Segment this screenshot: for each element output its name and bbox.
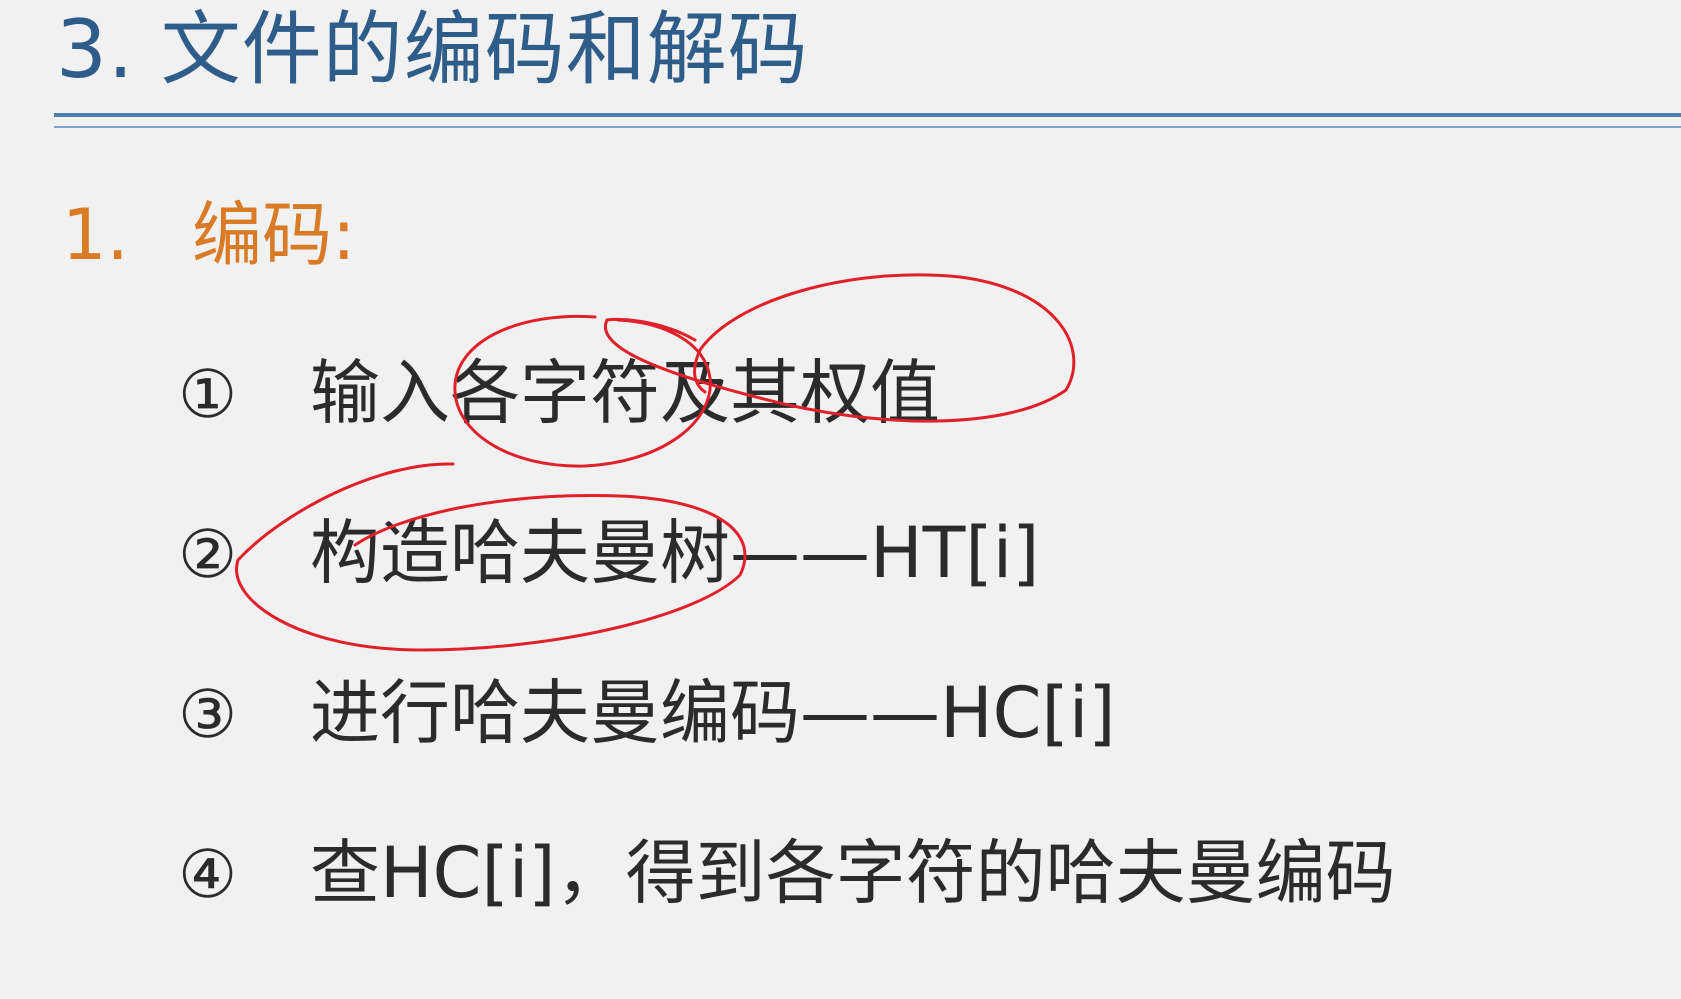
slide-title: 3. 文件的编码和解码 — [56, 3, 809, 96]
list-item: ① 输入各字符及其权值 — [178, 348, 940, 440]
list-item: ② 构造哈夫曼树——HT[i] — [178, 508, 1039, 600]
item-marker: ② — [178, 516, 238, 593]
section-label: 编码: — [192, 194, 356, 276]
title-underline-thin — [54, 126, 1681, 128]
item-marker: ① — [178, 356, 238, 433]
item-text: 查HC[i]，得到各字符的哈夫曼编码 — [310, 832, 1396, 914]
list-item: ③ 进行哈夫曼编码——HC[i] — [178, 668, 1116, 760]
list-item: ④ 查HC[i]，得到各字符的哈夫曼编码 — [178, 828, 1396, 920]
item-marker: ③ — [178, 676, 238, 753]
item-text: 构造哈夫曼树——HT[i] — [310, 512, 1040, 594]
section-heading: 1. 编码: — [62, 190, 356, 280]
annotation-loop-left — [605, 317, 697, 342]
slide: 3. 文件的编码和解码 1. 编码: ① 输入各字符及其权值 ② 构造哈夫曼树——HT… — [0, 0, 1681, 999]
section-number: 1. — [62, 194, 129, 276]
item-text: 进行哈夫曼编码——HC[i] — [310, 672, 1116, 754]
item-marker: ④ — [178, 836, 238, 913]
title-underline-thick — [54, 113, 1681, 117]
item-text: 输入各字符及其权值 — [310, 352, 940, 434]
